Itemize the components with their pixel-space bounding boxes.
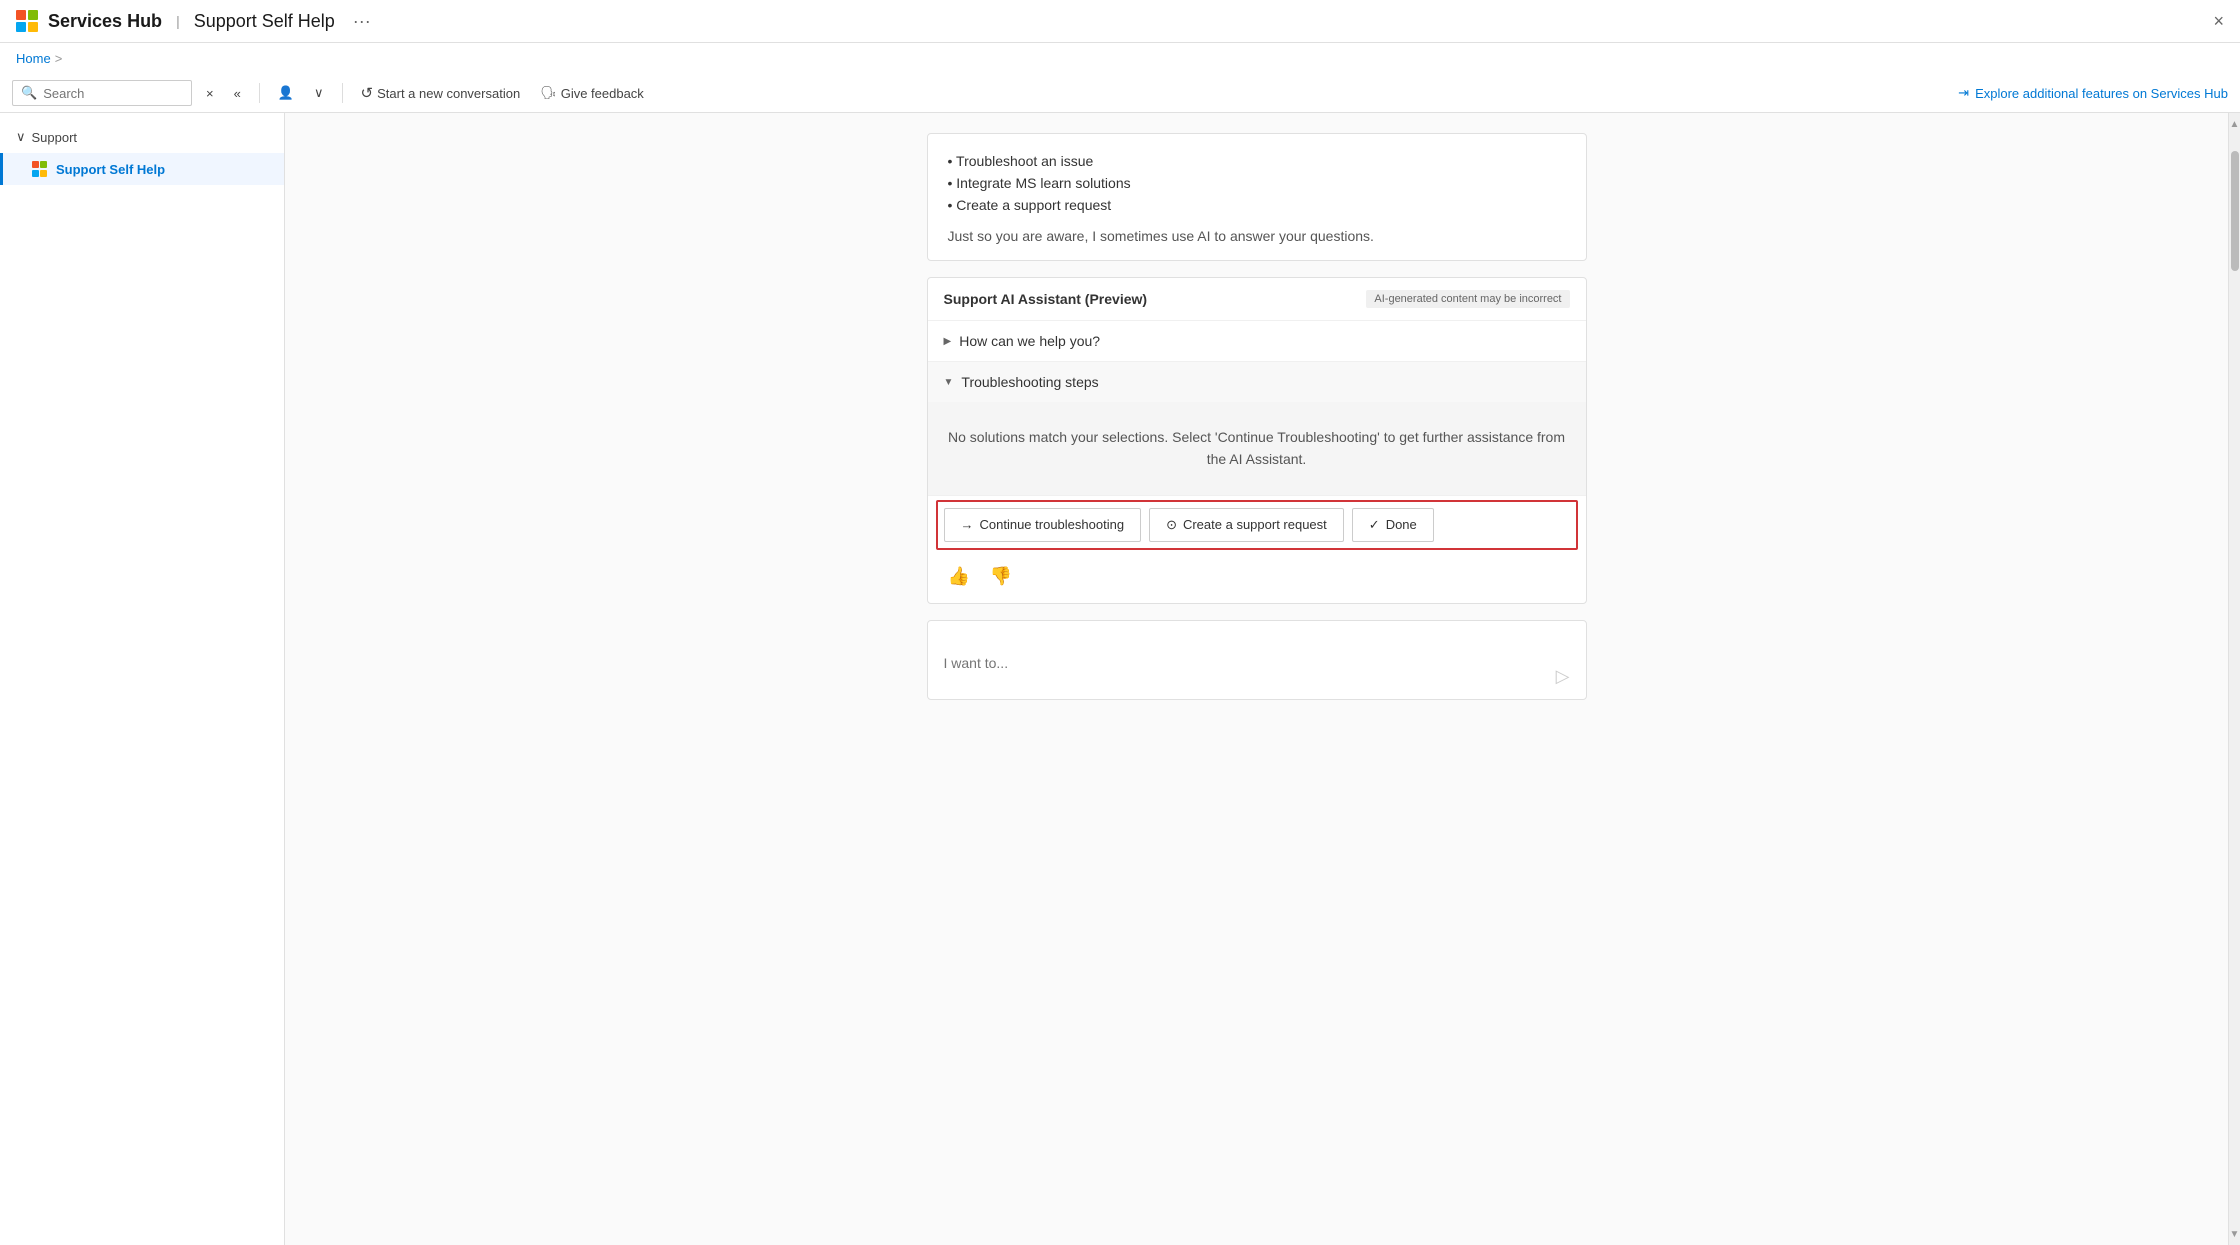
toolbar: 🔍 × « 👤 ∨ ↺ Start a new conversation 🗣 G… [0, 74, 2240, 113]
done-button[interactable]: ✓ Done [1352, 508, 1434, 542]
app-title: Services Hub [48, 11, 162, 32]
section1-label: How can we help you? [959, 333, 1100, 349]
info-note: Just so you are aware, I sometimes use A… [948, 228, 1566, 244]
scrollbar-thumb[interactable] [2231, 151, 2239, 271]
give-feedback-button[interactable]: 🗣 Give feedback [534, 81, 650, 105]
breadcrumb: Home > [0, 43, 2240, 74]
done-label: Done [1386, 517, 1417, 532]
breadcrumb-chevron: > [55, 51, 63, 66]
title-bar-left: Services Hub | Support Self Help ··· [16, 10, 371, 32]
explore-link[interactable]: ⇥ Explore additional features on Service… [1958, 85, 2228, 101]
ai-card-title: Support AI Assistant (Preview) [944, 291, 1148, 307]
explore-icon: ⇥ [1958, 85, 1969, 101]
sidebar-item-label: Support Self Help [56, 162, 165, 177]
scrollbar-right[interactable]: ▲ ▼ [2228, 113, 2240, 1245]
scroll-up-icon[interactable]: ▲ [2228, 117, 2240, 131]
troubleshooting-message: No solutions match your selections. Sele… [928, 402, 1586, 495]
toolbar-divider-2 [342, 83, 343, 103]
continue-troubleshooting-label: Continue troubleshooting [980, 517, 1125, 532]
ai-assistant-card: Support AI Assistant (Preview) AI-genera… [927, 277, 1587, 604]
thumbs-up-icon: 👍 [948, 566, 970, 586]
thumbs-down-button[interactable]: 👎 [986, 562, 1016, 591]
ai-generated-badge: AI-generated content may be incorrect [1366, 290, 1569, 308]
collapse-icon: « [234, 86, 241, 101]
section2-label: Troubleshooting steps [961, 374, 1098, 390]
feedback-row: 👍 👎 [928, 554, 1586, 603]
accordion-section-help: ▶ How can we help you? [928, 321, 1586, 362]
breadcrumb-home[interactable]: Home [16, 51, 51, 66]
app-subtitle: Support Self Help [194, 11, 335, 32]
sidebar: ∨ Support Support Self Help [0, 113, 285, 1245]
send-icon: ▷ [1556, 666, 1570, 686]
chevron-down-sidebar-icon: ∨ [16, 129, 26, 145]
create-support-label: Create a support request [1183, 517, 1327, 532]
start-new-conversation-button[interactable]: ↺ Start a new conversation [355, 80, 527, 106]
title-bar: Services Hub | Support Self Help ··· × [0, 0, 2240, 43]
chevron-down-troubleshooting-icon: ▼ [944, 377, 954, 388]
main-content: Troubleshoot an issue Integrate MS learn… [285, 113, 2228, 1245]
sidebar-item-icon [32, 161, 48, 177]
title-separator: | [176, 13, 180, 29]
ai-card-header: Support AI Assistant (Preview) AI-genera… [928, 278, 1586, 321]
scroll-down-icon[interactable]: ▼ [2228, 1227, 2240, 1241]
app-logo [16, 10, 38, 32]
support-icon: ⊙ [1166, 517, 1177, 533]
sidebar-group-header[interactable]: ∨ Support [0, 121, 284, 153]
bullet-item-1: Troubleshoot an issue [948, 150, 1566, 172]
check-icon: ✓ [1369, 517, 1380, 533]
search-input[interactable] [43, 86, 183, 101]
send-button[interactable]: ▷ [1556, 666, 1570, 687]
search-icon: 🔍 [21, 85, 37, 101]
layout: ∨ Support Support Self Help Troubleshoot… [0, 113, 2240, 1245]
bullet-item-3: Create a support request [948, 194, 1566, 216]
clear-icon: × [206, 86, 214, 101]
info-card: Troubleshoot an issue Integrate MS learn… [927, 133, 1587, 261]
continue-troubleshooting-button[interactable]: → Continue troubleshooting [944, 508, 1142, 542]
start-new-label: Start a new conversation [377, 86, 520, 101]
chevron-down-icon: ∨ [314, 85, 324, 101]
person-button[interactable]: 👤 [272, 81, 300, 105]
give-feedback-label: Give feedback [561, 86, 644, 101]
accordion-header-troubleshooting[interactable]: ▼ Troubleshooting steps [928, 362, 1586, 402]
action-buttons-row: → Continue troubleshooting ⊙ Create a su… [928, 496, 1586, 554]
create-support-request-button[interactable]: ⊙ Create a support request [1149, 508, 1344, 542]
collapse-button[interactable]: « [228, 82, 247, 105]
dropdown-button[interactable]: ∨ [308, 81, 330, 105]
more-options-icon[interactable]: ··· [353, 11, 371, 32]
explore-label: Explore additional features on Services … [1975, 86, 2228, 101]
bullet-list: Troubleshoot an issue Integrate MS learn… [948, 150, 1566, 216]
thumbs-down-icon: 👎 [990, 566, 1012, 586]
chevron-right-icon: ▶ [944, 336, 952, 347]
sidebar-group-label: Support [32, 130, 78, 145]
feedback-person-icon: 🗣 [540, 85, 557, 101]
chat-input[interactable] [944, 655, 1548, 687]
chat-input-area: ▷ [927, 620, 1587, 700]
accordion-section-troubleshooting: ▼ Troubleshooting steps No solutions mat… [928, 362, 1586, 496]
refresh-icon: ↺ [361, 84, 374, 102]
close-button[interactable]: × [2213, 11, 2224, 32]
toolbar-right: ⇥ Explore additional features on Service… [1958, 85, 2228, 101]
accordion-content-troubleshooting: No solutions match your selections. Sele… [928, 402, 1586, 495]
thumbs-up-button[interactable]: 👍 [944, 562, 974, 591]
content-area: Troubleshoot an issue Integrate MS learn… [907, 113, 1607, 740]
search-box[interactable]: 🔍 [12, 80, 192, 106]
toolbar-divider [259, 83, 260, 103]
sidebar-group-support: ∨ Support Support Self Help [0, 113, 284, 193]
accordion-header-help[interactable]: ▶ How can we help you? [928, 321, 1586, 361]
bullet-item-2: Integrate MS learn solutions [948, 172, 1566, 194]
sidebar-item-support-self-help[interactable]: Support Self Help [0, 153, 284, 185]
arrow-right-icon: → [961, 517, 974, 532]
person-icon: 👤 [278, 85, 294, 101]
clear-button[interactable]: × [200, 82, 220, 105]
